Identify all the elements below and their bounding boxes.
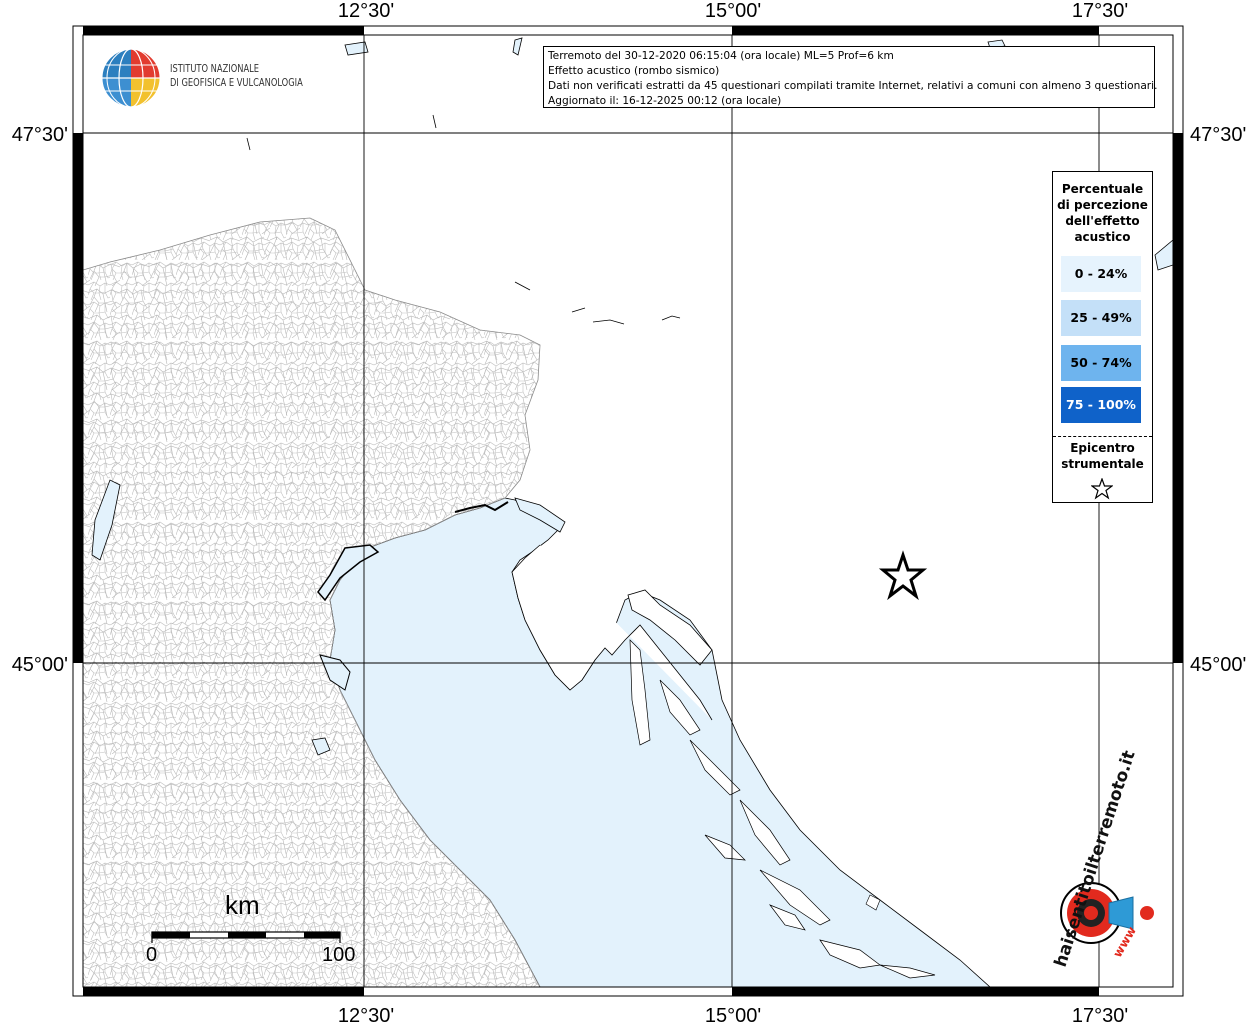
event-title: Terremoto del 30-12-2020 06:15:04 (ora l… [548, 50, 894, 62]
scale-end: 100 [322, 944, 356, 966]
legend-epicenter-line: strumentale [1061, 457, 1144, 471]
ingv-line-2: DI GEOFISICA E VULCANOLOGIA [170, 77, 303, 89]
legend-swatch-0-24: 0 - 24% [1061, 256, 1141, 292]
legend-title-line: dell'effetto [1065, 214, 1140, 228]
lon-label-bottom-3: 17°30' [1072, 1005, 1128, 1024]
lat-label-right-1: 47°30' [1190, 124, 1246, 146]
intensity-map: 12°30' 15°00' 17°30' 12°30' 15°00' 17°30… [0, 0, 1255, 1027]
lon-label-bottom-1: 12°30' [338, 1005, 394, 1024]
event-info-box: Terremoto del 30-12-2020 06:15:04 (ora l… [543, 46, 1158, 108]
star-outline-icon [1091, 478, 1113, 500]
lon-label-top-2: 15°00' [705, 0, 761, 22]
legend-swatch-75-100: 75 - 100% [1061, 387, 1141, 423]
ingv-line-1: ISTITUTO NAZIONALE [170, 63, 260, 75]
lon-label-bottom-2: 15°00' [705, 1005, 761, 1024]
legend-title: Percentuale di percezione dell'effetto a… [1053, 181, 1152, 245]
scale-unit: km [225, 890, 260, 920]
lat-label-left-1: 47°30' [12, 124, 68, 146]
effect-type: Effetto acustico (rombo sismico) [548, 65, 720, 77]
ingv-logo-icon [101, 48, 161, 108]
scale-start: 0 [146, 944, 158, 966]
legend-epicenter-label: Epicentro strumentale [1053, 440, 1152, 472]
legend-swatch-25-49: 25 - 49% [1061, 300, 1141, 336]
legend-title-line: acustico [1074, 230, 1131, 244]
legend: Percentuale di percezione dell'effetto a… [1052, 171, 1153, 503]
lon-label-top-3: 17°30' [1072, 0, 1128, 22]
legend-swatch-50-74: 50 - 74% [1061, 345, 1141, 381]
legend-title-line: di percezione [1057, 198, 1148, 212]
legend-separator [1053, 436, 1152, 437]
update-time: Aggiornato il: 16-12-2025 00:12 (ora loc… [548, 95, 782, 107]
ingv-logo-text: ISTITUTO NAZIONALE DI GEOFISICA E VULCAN… [170, 62, 303, 90]
data-note: Dati non verificati estratti da 45 quest… [548, 80, 1158, 92]
legend-title-line: Percentuale [1061, 182, 1144, 196]
lat-label-left-2: 45°00' [12, 654, 68, 676]
lon-label-top-1: 12°30' [338, 0, 394, 22]
legend-epicenter-line: Epicentro [1070, 441, 1135, 455]
lat-label-right-2: 45°00' [1190, 654, 1246, 676]
